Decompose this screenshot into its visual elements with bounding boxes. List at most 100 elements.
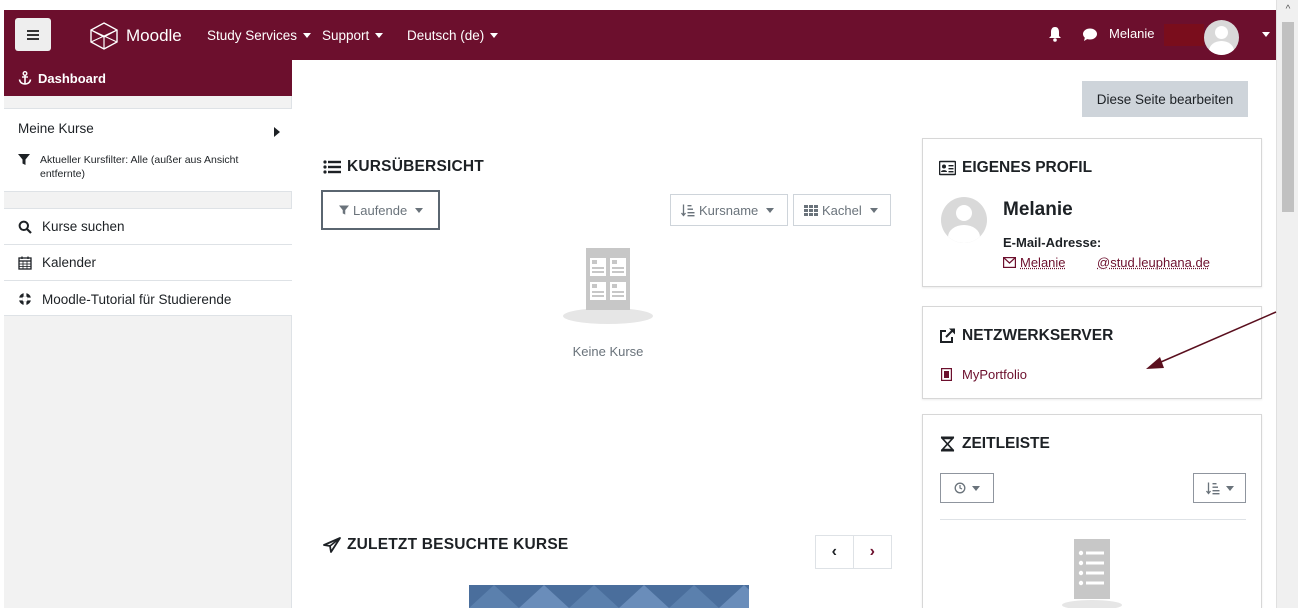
envelope-icon (1003, 257, 1016, 268)
profile-block-title: EIGENES PROFIL (939, 159, 1092, 177)
chevron-down-icon (766, 207, 775, 213)
left-drawer: Dashboard Meine Kurse Aktueller Kursfilt… (4, 60, 292, 608)
course-filter-label: Laufende (353, 202, 408, 218)
next-arrow-icon[interactable]: › (854, 536, 892, 568)
menu-language-label: Deutsch (de) (407, 27, 485, 43)
drawer-toggle-button[interactable] (15, 18, 51, 51)
chevron-down-icon (1225, 485, 1234, 491)
sort-label: Kursname (699, 202, 759, 218)
profile-name: Melanie (1003, 199, 1073, 220)
timeline-block: ZEITLEISTE (922, 414, 1262, 608)
notifications-bell-icon[interactable] (1048, 26, 1062, 42)
no-courses-text: Keine Kurse (572, 344, 644, 359)
myportfolio-label: MyPortfolio (962, 367, 1028, 382)
filter-icon (18, 154, 30, 165)
scroll-up-arrow-icon[interactable]: ^ (1277, 4, 1298, 16)
view-dropdown[interactable]: Kachel (793, 194, 891, 226)
email-label: E-Mail-Adresse: (1003, 235, 1102, 250)
top-navbar: Moodle Study Services Support Deutsch (d… (4, 10, 1276, 60)
anchor-icon (18, 71, 32, 85)
drawer-item-calendar[interactable]: Kalender (4, 245, 292, 281)
menu-study-services-label: Study Services (207, 27, 298, 43)
chevron-down-icon (415, 207, 424, 213)
menu-study-services[interactable]: Study Services (207, 10, 312, 60)
course-filter-text: Aktueller Kursfilter: Alle (außer aus An… (40, 154, 239, 180)
external-link-icon (940, 328, 955, 343)
grid-icon (804, 204, 818, 216)
user-name[interactable]: Melanie (1109, 26, 1155, 41)
drawer-dashboard-link[interactable]: Dashboard (4, 60, 292, 96)
expand-right-icon[interactable] (274, 127, 280, 137)
filter-icon (339, 205, 349, 215)
lifebuoy-icon (18, 292, 32, 306)
drawer-item-label: Kurse suchen (42, 219, 125, 234)
sort-dropdown[interactable]: Kursname (670, 194, 788, 226)
timeline-filter-dropdown[interactable] (940, 473, 994, 503)
user-menu-chevron-down-icon[interactable] (1262, 32, 1270, 37)
annotation-arrow-icon (1146, 311, 1277, 369)
calendar-icon (18, 256, 32, 270)
page-scrollbar[interactable]: ^ (1276, 0, 1298, 608)
email-domain[interactable]: @stud.leuphana.de (1097, 255, 1210, 270)
menu-support-label: Support (322, 27, 370, 43)
previous-arrow-icon[interactable]: ‹ (816, 536, 854, 568)
course-pattern-icon (469, 585, 749, 608)
edit-page-button[interactable]: Diese Seite bearbeiten (1082, 81, 1248, 117)
profile-avatar[interactable] (941, 197, 987, 243)
chevron-down-icon (375, 32, 384, 38)
sort-alpha-icon (681, 204, 695, 217)
timeline-divider (940, 519, 1246, 520)
timeline-sort-dropdown[interactable] (1193, 473, 1246, 503)
user-avatar[interactable] (1204, 20, 1239, 55)
moodle-logo-icon (90, 22, 118, 50)
timeline-title-text: ZEITLEISTE (962, 435, 1050, 452)
drawer-item-label: Moodle-Tutorial für Studierende (42, 291, 232, 307)
drawer-dashboard-label: Dashboard (38, 70, 106, 86)
drawer-links-block: Kurse suchen Kalender Moodle-Tutorial fü… (4, 208, 292, 316)
profile-block: EIGENES PROFIL Melanie E-Mail-Adresse: M… (922, 138, 1262, 287)
myportfolio-link[interactable]: MyPortfolio (941, 367, 1027, 382)
recent-courses-pager: ‹ › (815, 535, 892, 569)
top-strip (0, 0, 1298, 10)
my-courses-link[interactable]: Meine Kurse (18, 121, 94, 136)
chevron-down-icon (303, 32, 312, 38)
no-courses-illustration-icon (563, 248, 653, 324)
email-link[interactable]: Melanie (1003, 255, 1066, 270)
recent-course-image[interactable] (469, 585, 749, 608)
recent-courses-title: ZULETZT BESUCHTE KURSE (323, 536, 568, 554)
view-label: Kachel (822, 202, 862, 218)
chevron-down-icon (869, 207, 878, 213)
menu-support[interactable]: Support (322, 10, 384, 60)
list-icon (323, 160, 341, 174)
chevron-down-icon (490, 32, 499, 38)
id-card-icon (939, 160, 956, 176)
drawer-item-label: Kalender (42, 255, 97, 270)
redacted-surname (1164, 24, 1204, 46)
sort-alpha-icon (1205, 482, 1219, 495)
course-filter-dropdown[interactable]: Laufende (321, 190, 440, 230)
hourglass-icon (940, 436, 955, 452)
course-overview-title: KURSÜBERSICHT (323, 158, 484, 176)
scroll-thumb[interactable] (1282, 22, 1294, 212)
empty-timeline-illustration-icon (1062, 539, 1122, 608)
drawer-item-search-courses[interactable]: Kurse suchen (4, 209, 292, 245)
menu-language[interactable]: Deutsch (de) (407, 10, 499, 60)
brand-name: Moodle (126, 26, 182, 45)
hamburger-icon (27, 29, 39, 40)
messages-chat-icon[interactable] (1082, 28, 1098, 42)
moodle-logo[interactable]: Moodle (88, 21, 182, 51)
email-user: Melanie (1020, 255, 1066, 270)
network-server-title-text: NETZWERKSERVER (962, 327, 1114, 344)
profile-block-title-text: EIGENES PROFIL (962, 159, 1093, 176)
search-icon (18, 220, 32, 234)
recent-courses-title-text: ZULETZT BESUCHTE KURSE (347, 536, 569, 553)
course-overview-title-text: KURSÜBERSICHT (347, 158, 484, 175)
clock-icon (954, 482, 966, 494)
paper-plane-icon (323, 537, 341, 553)
timeline-title: ZEITLEISTE (939, 435, 1050, 453)
my-courses-block: Meine Kurse Aktueller Kursfilter: Alle (… (4, 108, 292, 192)
chevron-down-icon (972, 485, 980, 491)
portfolio-icon (941, 368, 952, 381)
course-filter-info: Aktueller Kursfilter: Alle (außer aus An… (18, 153, 278, 181)
drawer-item-moodle-tutorial[interactable]: Moodle-Tutorial für Studierende (4, 281, 292, 317)
